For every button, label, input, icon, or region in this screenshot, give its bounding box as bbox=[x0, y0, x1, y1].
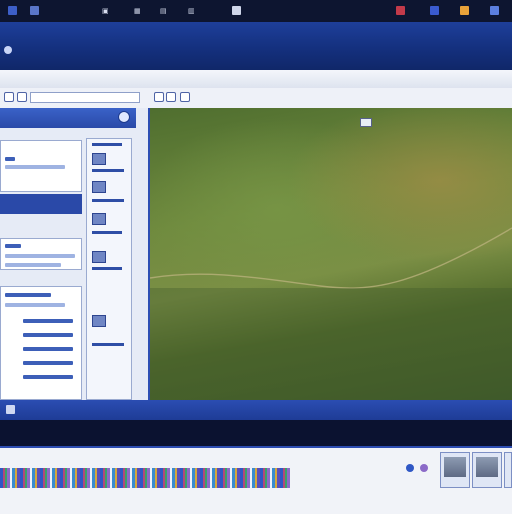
info-row-marker bbox=[5, 157, 15, 161]
refresh-icon[interactable] bbox=[154, 92, 164, 102]
info-row bbox=[5, 165, 65, 169]
details-row bbox=[5, 254, 75, 258]
info-icon[interactable] bbox=[118, 111, 130, 123]
topbar-item-2[interactable]: ▦ bbox=[134, 6, 141, 16]
app-menu-icon[interactable] bbox=[8, 6, 17, 15]
forward-icon[interactable] bbox=[17, 92, 27, 102]
settings-icon[interactable] bbox=[406, 464, 414, 472]
sidebar-header bbox=[0, 108, 136, 128]
list-row[interactable] bbox=[23, 347, 73, 351]
thumb-caption bbox=[92, 143, 122, 146]
back-icon[interactable] bbox=[4, 92, 14, 102]
taskbar-thumbnail-3[interactable] bbox=[504, 452, 512, 488]
thumb-caption bbox=[92, 169, 124, 172]
details-row bbox=[5, 244, 21, 248]
thumbnail-5[interactable] bbox=[92, 315, 106, 327]
details-row bbox=[5, 263, 61, 267]
home-icon[interactable] bbox=[180, 92, 190, 102]
volume-icon[interactable] bbox=[460, 6, 469, 15]
list-row[interactable] bbox=[5, 303, 65, 307]
color-strip[interactable] bbox=[0, 468, 290, 488]
topbar-item-3[interactable]: ▤ bbox=[160, 6, 167, 16]
tray-icon-1[interactable] bbox=[232, 6, 241, 15]
thumbnail-3[interactable] bbox=[92, 213, 106, 225]
list-card bbox=[0, 286, 82, 400]
taskbar-thumbnail-1[interactable] bbox=[440, 452, 470, 488]
map-view[interactable] bbox=[150, 108, 512, 400]
stop-icon[interactable] bbox=[166, 92, 176, 102]
thumbnail-4[interactable] bbox=[92, 251, 106, 263]
details-card bbox=[0, 238, 82, 270]
flag-icon[interactable] bbox=[396, 6, 405, 15]
notification-icon[interactable] bbox=[490, 6, 499, 15]
thumb-caption bbox=[92, 343, 124, 346]
window-icon[interactable] bbox=[30, 6, 39, 15]
desktop-gap bbox=[0, 420, 512, 446]
topbar-item-4[interactable]: ▥ bbox=[188, 6, 195, 16]
address-field[interactable] bbox=[30, 92, 140, 103]
window-titlebar bbox=[0, 22, 512, 71]
taskbar bbox=[0, 446, 512, 514]
thumbnail-1[interactable] bbox=[92, 153, 106, 165]
window-app-icon bbox=[4, 46, 12, 54]
help-icon[interactable] bbox=[420, 464, 428, 472]
thumb-caption bbox=[92, 199, 124, 202]
thumbnail-column bbox=[86, 138, 132, 400]
status-bar bbox=[0, 400, 512, 420]
list-row[interactable] bbox=[23, 361, 73, 365]
thumb-caption bbox=[92, 231, 122, 234]
list-row[interactable] bbox=[23, 375, 73, 379]
toolbar bbox=[0, 88, 512, 109]
list-heading-bar bbox=[5, 293, 51, 297]
taskbar-thumbnail-2[interactable] bbox=[472, 452, 502, 488]
selection-band[interactable] bbox=[0, 194, 82, 214]
network-icon[interactable] bbox=[430, 6, 439, 15]
system-top-bar: ▣ ▦ ▤ ▥ bbox=[0, 0, 512, 22]
thumb-caption bbox=[92, 267, 122, 270]
list-row[interactable] bbox=[23, 319, 73, 323]
coastline-overlay bbox=[150, 227, 512, 400]
topbar-item-1[interactable]: ▣ bbox=[102, 6, 109, 16]
thumbnail-2[interactable] bbox=[92, 181, 106, 193]
menu-bar bbox=[0, 70, 512, 89]
info-card bbox=[0, 140, 82, 192]
status-icon bbox=[6, 405, 15, 414]
list-row[interactable] bbox=[23, 333, 73, 337]
